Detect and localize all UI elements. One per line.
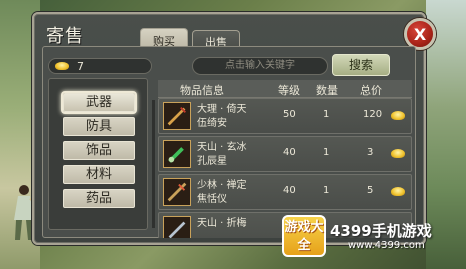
- header-item-info: 物品信息: [180, 84, 224, 97]
- gold-ingot-icon: [391, 111, 405, 120]
- sword-icon: [163, 102, 191, 130]
- scrollbar[interactable]: [152, 100, 155, 228]
- gold-ingot-icon: [391, 187, 405, 196]
- item-name: 天山 · 玄冰: [197, 142, 247, 153]
- watermark-url: www.4399.com: [348, 240, 425, 251]
- item-quantity: 1: [323, 185, 330, 196]
- item-name: 大理 · 倚天: [197, 104, 247, 115]
- category-weapon[interactable]: 武器: [63, 93, 135, 112]
- table-header: 物品信息 等级 数量 总价: [158, 80, 412, 98]
- header-level: 等级: [278, 84, 300, 97]
- item-level: 40: [283, 147, 296, 158]
- staff-icon: [163, 178, 191, 206]
- seller-name: 伍绮安: [197, 118, 227, 129]
- table-row[interactable]: 大理 · 倚天 伍绮安 50 1 120: [158, 98, 412, 134]
- window-title: 寄售: [46, 26, 84, 47]
- category-list: 武器 防具 饰品 材料 药品: [48, 78, 148, 230]
- search-input[interactable]: 点击输入关键字: [192, 57, 328, 75]
- header-quantity: 数量: [316, 84, 338, 97]
- category-accessory[interactable]: 饰品: [63, 141, 135, 160]
- item-quantity: 1: [323, 109, 330, 120]
- gold-ingot-icon: [391, 149, 405, 158]
- green-blade-icon: [163, 140, 191, 168]
- item-price: 120: [363, 109, 383, 120]
- item-quantity: 1: [323, 147, 330, 158]
- blade-icon: [163, 216, 191, 238]
- consignment-window: 寄售 购买 出售 X 7 点击输入关键字 搜索 武器 防具 饰品 材料 药品 物…: [32, 12, 436, 245]
- currency-amount: 7: [77, 59, 84, 73]
- table-row[interactable]: 少林 · 禅定 焦恬仪 40 1 5: [158, 174, 412, 210]
- category-material[interactable]: 材料: [63, 165, 135, 184]
- item-name: 天山 · 折梅: [197, 218, 247, 229]
- search-button[interactable]: 搜索: [332, 54, 390, 76]
- item-level: 40: [283, 185, 296, 196]
- watermark-logo: 游戏大全: [282, 215, 326, 257]
- item-level: 50: [283, 109, 296, 120]
- item-price: 3: [367, 147, 374, 158]
- category-armor[interactable]: 防具: [63, 117, 135, 136]
- close-icon: X: [413, 24, 427, 44]
- gold-ingot-icon: [55, 62, 69, 70]
- item-name: 少林 · 禅定: [197, 180, 247, 191]
- header-total-price: 总价: [360, 84, 382, 97]
- category-potion[interactable]: 药品: [63, 189, 135, 208]
- currency-display: 7: [48, 58, 152, 74]
- item-price: 5: [367, 185, 374, 196]
- table-row[interactable]: 天山 · 玄冰 孔辰星 40 1 3: [158, 136, 412, 172]
- seller-name: 焦恬仪: [197, 194, 227, 205]
- seller-name: 孔辰星: [197, 156, 227, 167]
- watermark-brand: 4399手机游戏: [330, 222, 432, 240]
